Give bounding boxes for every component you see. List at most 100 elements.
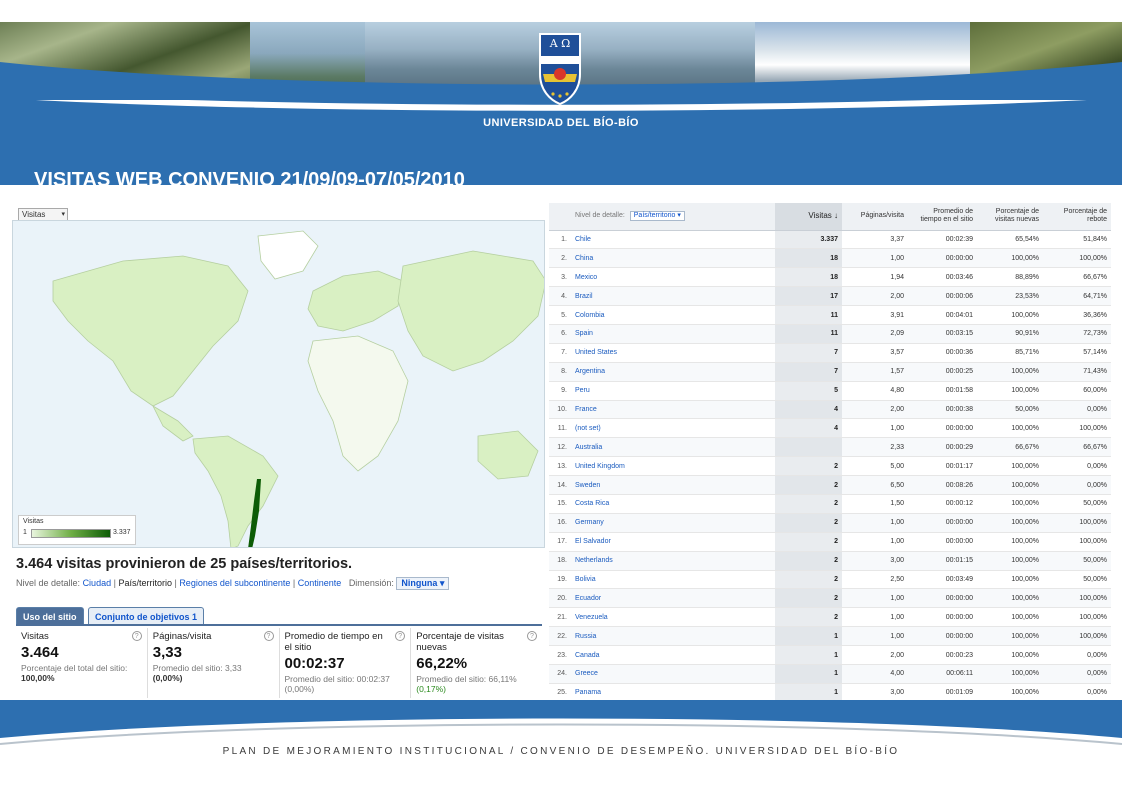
table-row[interactable]: 9. Peru 5 4,80 00:01:58 100,00% 60,00%: [549, 381, 1111, 401]
metric-pages-per-visit: Páginas/visita 3,33 Promedio del sitio: …: [148, 628, 280, 698]
row-new-visits: 50,00%: [977, 400, 1043, 420]
help-icon[interactable]: ?: [131, 631, 142, 641]
row-new-visits: 65,54%: [977, 230, 1043, 250]
table-row[interactable]: 23. Canada 1 2,00 00:00:23 100,00% 0,00%: [549, 645, 1111, 665]
table-row[interactable]: 3. Mexico 18 1,94 00:03:46 88,89% 66,67%: [549, 267, 1111, 288]
row-country-link[interactable]: Australia: [571, 437, 775, 458]
row-country-link[interactable]: United Kingdom: [571, 456, 775, 477]
row-pages-per-visit: 4,00: [842, 664, 908, 684]
row-visits: 7: [775, 362, 842, 382]
row-bounce-rate: 71,43%: [1043, 362, 1111, 382]
row-country-link[interactable]: Canada: [571, 645, 775, 665]
row-visits: 2: [775, 494, 842, 514]
row-pages-per-visit: 6,50: [842, 475, 908, 495]
row-country-link[interactable]: Germany: [571, 513, 775, 533]
row-rank: 23.: [549, 645, 571, 665]
row-country-link[interactable]: Mexico: [571, 267, 775, 288]
table-row[interactable]: 15. Costa Rica 2 1,50 00:00:12 100,00% 50,00%: [549, 494, 1111, 514]
row-pages-per-visit: 3,00: [842, 683, 908, 700]
row-new-visits: 100,00%: [977, 607, 1043, 628]
table-row[interactable]: 10. France 4 2,00 00:00:38 50,00% 0,00%: [549, 400, 1111, 420]
table-row[interactable]: 19. Bolivia 2 2,50 00:03:49 100,00% 50,00%: [549, 570, 1111, 590]
row-avg-time: 00:03:46: [908, 267, 977, 288]
help-icon[interactable]: ?: [263, 631, 274, 641]
table-row[interactable]: 25. Panama 1 3,00 00:01:09 100,00% 0,00%: [549, 683, 1111, 700]
table-row[interactable]: 12. Australia 2,33 00:00:29 66,67% 66,67%: [549, 437, 1111, 458]
row-country-link[interactable]: United States: [571, 343, 775, 363]
row-country-link[interactable]: Costa Rica: [571, 494, 775, 514]
row-country-link[interactable]: (not set): [571, 418, 775, 439]
row-country-link[interactable]: China: [571, 248, 775, 269]
detail-subcontinent-link[interactable]: Regiones del subcontinente: [179, 578, 290, 588]
slide: A Ω UNIVERSIDAD DEL BÍO-BÍO VISITAS WEB …: [0, 0, 1122, 793]
row-country-link[interactable]: Venezuela: [571, 607, 775, 628]
row-country-link[interactable]: Bolivia: [571, 570, 775, 590]
table-row[interactable]: 13. United Kingdom 2 5,00 00:01:17 100,00% 0,0…: [549, 456, 1111, 477]
row-country-link[interactable]: Brazil: [571, 286, 775, 307]
tab-goal-set-1[interactable]: Conjunto de objetivos 1: [87, 607, 204, 625]
row-country-link[interactable]: Colombia: [571, 305, 775, 325]
row-country-link[interactable]: Netherlands: [571, 551, 775, 571]
row-visits: 7: [775, 343, 842, 363]
table-row[interactable]: 17. El Salvador 2 1,00 00:00:00 100,00% 100,00…: [549, 532, 1111, 552]
table-row[interactable]: 20. Ecuador 2 1,00 00:00:00 100,00% 100,00%: [549, 588, 1111, 609]
col-visits[interactable]: Visitas ↓: [775, 203, 842, 231]
row-country-link[interactable]: Spain: [571, 324, 775, 344]
table-row[interactable]: 1. Chile 3.337 3,37 00:02:39 65,54% 51,84%: [549, 230, 1111, 250]
col-avg-time[interactable]: Promedio de tiempo en el sitio: [908, 203, 977, 231]
detail-continent-link[interactable]: Continente: [298, 578, 342, 588]
row-country-link[interactable]: El Salvador: [571, 532, 775, 552]
country-table: Nivel de detalle: País/territorio ▾ Visi…: [549, 203, 1111, 700]
rank-header: [549, 203, 571, 231]
row-pages-per-visit: 1,00: [842, 513, 908, 533]
legend-max: 3.337: [113, 529, 131, 536]
table-detail-dropdown[interactable]: País/territorio ▾: [629, 211, 685, 222]
row-country-link[interactable]: Argentina: [571, 362, 775, 382]
row-new-visits: 100,00%: [977, 513, 1043, 533]
col-new-visits[interactable]: Porcentaje de visitas nuevas: [977, 203, 1043, 231]
table-row[interactable]: 22. Russia 1 1,00 00:00:00 100,00% 100,00%: [549, 626, 1111, 647]
row-rank: 21.: [549, 607, 571, 628]
table-row[interactable]: 6. Spain 11 2,09 00:03:15 90,91% 72,73%: [549, 324, 1111, 344]
row-new-visits: 100,00%: [977, 494, 1043, 514]
row-country-link[interactable]: Sweden: [571, 475, 775, 495]
tab-site-usage[interactable]: Uso del sitio: [16, 607, 84, 625]
row-country-link[interactable]: Russia: [571, 626, 775, 647]
table-row[interactable]: 18. Netherlands 2 3,00 00:01:15 100,00% 50,00%: [549, 551, 1111, 571]
row-country-link[interactable]: Panama: [571, 683, 775, 700]
table-row[interactable]: 21. Venezuela 2 1,00 00:00:00 100,00% 100,00%: [549, 607, 1111, 628]
row-bounce-rate: 50,00%: [1043, 494, 1111, 514]
row-country-link[interactable]: Ecuador: [571, 588, 775, 609]
row-country-link[interactable]: Peru: [571, 381, 775, 401]
col-bounce-rate[interactable]: Porcentaje de rebote: [1043, 203, 1111, 231]
report-tabs: Uso del sitio Conjunto de objetivos 1: [16, 607, 204, 625]
table-row[interactable]: 4. Brazil 17 2,00 00:00:06 23,53% 64,71%: [549, 286, 1111, 307]
help-icon[interactable]: ?: [527, 631, 537, 641]
table-row[interactable]: 16. Germany 2 1,00 00:00:00 100,00% 100,00%: [549, 513, 1111, 533]
row-rank: 4.: [549, 286, 571, 307]
table-row[interactable]: 7. United States 7 3,57 00:00:36 85,71% 57,14%: [549, 343, 1111, 363]
table-row[interactable]: 5. Colombia 11 3,91 00:04:01 100,00% 36,36%: [549, 305, 1111, 325]
row-visits: 18: [775, 248, 842, 269]
row-visits: [775, 437, 842, 458]
row-country-link[interactable]: France: [571, 400, 775, 420]
table-row[interactable]: 14. Sweden 2 6,50 00:08:26 100,00% 0,00%: [549, 475, 1111, 495]
detail-city-link[interactable]: Ciudad: [83, 578, 112, 588]
row-new-visits: 100,00%: [977, 683, 1043, 700]
row-country-link[interactable]: Greece: [571, 664, 775, 684]
dimension-dropdown[interactable]: Ninguna ▾: [396, 577, 450, 590]
row-rank: 2.: [549, 248, 571, 269]
metric-sub: Porcentaje del total del sitio: 100,00%: [21, 663, 128, 683]
col-pages-per-visit[interactable]: Páginas/visita: [842, 203, 908, 231]
row-visits: 4: [775, 400, 842, 420]
row-visits: 2: [775, 513, 842, 533]
table-row[interactable]: 2. China 18 1,00 00:00:00 100,00% 100,00%: [549, 248, 1111, 269]
row-bounce-rate: 60,00%: [1043, 381, 1111, 401]
row-visits: 2: [775, 456, 842, 477]
row-country-link[interactable]: Chile: [571, 230, 775, 250]
world-map[interactable]: [12, 220, 545, 548]
table-row[interactable]: 11. (not set) 4 1,00 00:00:00 100,00% 100,00%: [549, 418, 1111, 439]
table-row[interactable]: 24. Greece 1 4,00 00:06:11 100,00% 0,00%: [549, 664, 1111, 684]
table-row[interactable]: 8. Argentina 7 1,57 00:00:25 100,00% 71,43%: [549, 362, 1111, 382]
row-avg-time: 00:00:38: [908, 400, 977, 420]
